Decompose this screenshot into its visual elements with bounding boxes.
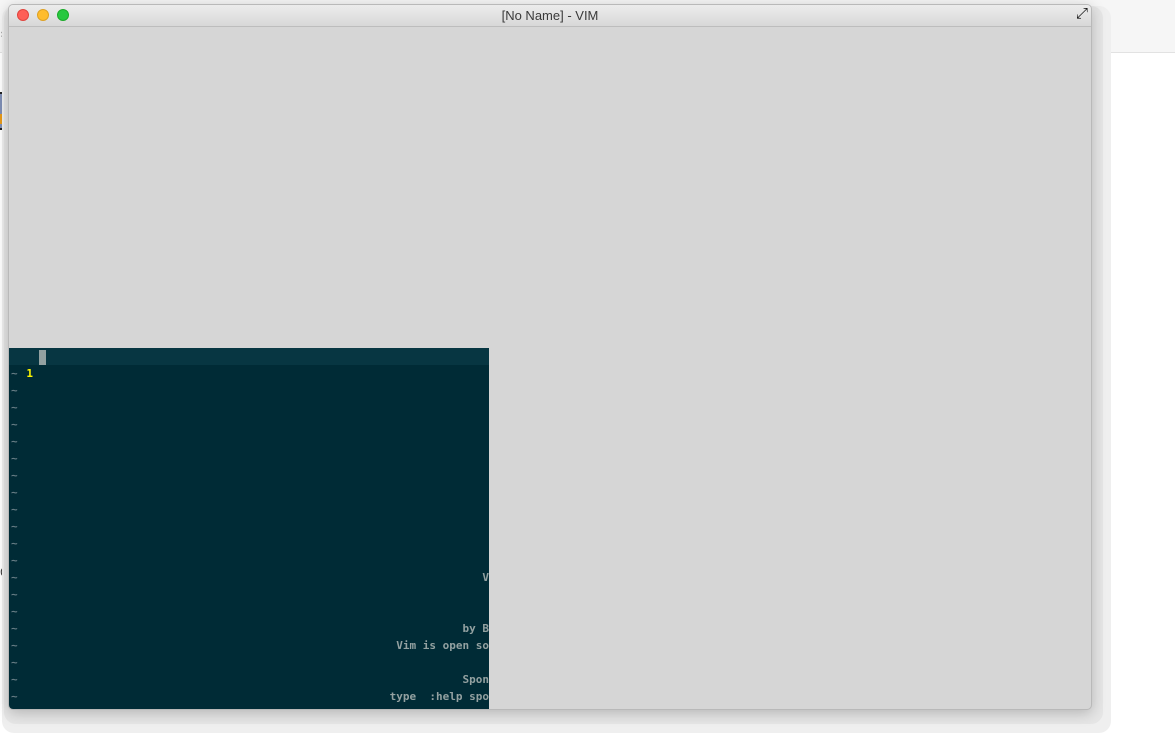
empty-buffer-line[interactable]: ~ — [9, 382, 489, 399]
fullscreen-icon[interactable]: ⤢ — [1074, 5, 1090, 21]
tilde-marker: ~ — [11, 690, 18, 703]
empty-buffer-line[interactable]: ~ — [9, 484, 489, 501]
tilde-marker: ~ — [11, 554, 18, 567]
tilde-marker: ~ — [11, 384, 18, 397]
tilde-marker: ~ — [11, 571, 18, 584]
tilde-marker: ~ — [11, 418, 18, 431]
empty-buffer-line[interactable]: ~ by B — [9, 620, 489, 637]
empty-buffer-line[interactable]: ~ type :help spo — [9, 688, 489, 705]
tilde-marker: ~ — [11, 367, 18, 380]
intro-text: Spon — [462, 673, 490, 686]
window-title: [No Name] - VIM — [501, 8, 599, 23]
empty-buffer-line[interactable]: ~ — [9, 416, 489, 433]
tilde-marker: ~ — [11, 469, 18, 482]
tilde-marker: ~ — [11, 486, 18, 499]
tilde-marker: ~ — [11, 503, 18, 516]
vim-editor-pane[interactable]: 1 ~ ~ ~ ~ ~ ~ ~ ~ ~ ~ ~ ~ ~ V ~ ~ ~ by B ~ Vim is open so ~ ~… — [9, 348, 489, 709]
empty-buffer-line[interactable]: ~ — [9, 603, 489, 620]
tilde-marker: ~ — [11, 656, 18, 669]
tilde-marker: ~ — [11, 520, 18, 533]
empty-buffer-line[interactable]: ~ — [9, 552, 489, 569]
tilde-marker: ~ — [11, 673, 18, 686]
empty-buffer-line[interactable]: ~ — [9, 467, 489, 484]
current-line[interactable]: 1 — [9, 348, 489, 380]
tilde-marker: ~ — [11, 452, 18, 465]
tilde-marker: ~ — [11, 588, 18, 601]
empty-buffer-line[interactable]: ~ — [9, 654, 489, 671]
vim-window: [No Name] - VIM ⤢ 1 ~ ~ ~ ~ ~ ~ ~ ~ ~ ~ ~ ~ ~ V ~ ~ ~ by … — [8, 4, 1092, 710]
text-cursor — [39, 350, 46, 365]
empty-buffer-line[interactable]: ~ Spon — [9, 671, 489, 688]
tilde-marker: ~ — [11, 605, 18, 618]
empty-buffer-line[interactable]: ~ — [9, 501, 489, 518]
tilde-marker: ~ — [11, 537, 18, 550]
empty-buffer-line[interactable]: ~ — [9, 518, 489, 535]
title-bar[interactable]: [No Name] - VIM ⤢ — [9, 5, 1091, 27]
intro-text: by B — [462, 622, 490, 635]
intro-text: V — [482, 571, 489, 584]
intro-text: type :help spo — [389, 690, 489, 703]
empty-buffer-line[interactable]: ~ — [9, 399, 489, 416]
empty-buffer-line[interactable]: ~ — [9, 365, 489, 382]
empty-buffer-line[interactable]: ~ — [9, 450, 489, 467]
empty-buffer-line[interactable]: ~ V — [9, 569, 489, 586]
tilde-marker: ~ — [11, 639, 18, 652]
tilde-marker: ~ — [11, 401, 18, 414]
empty-buffer-line[interactable]: ~ — [9, 433, 489, 450]
empty-buffer-line[interactable]: ~ — [9, 535, 489, 552]
tilde-marker: ~ — [11, 435, 18, 448]
empty-buffer-line[interactable]: ~ Vim is open so — [9, 637, 489, 654]
intro-text: Vim is open so — [396, 639, 489, 652]
tilde-marker: ~ — [11, 622, 18, 635]
empty-buffer-line[interactable]: ~ — [9, 586, 489, 603]
